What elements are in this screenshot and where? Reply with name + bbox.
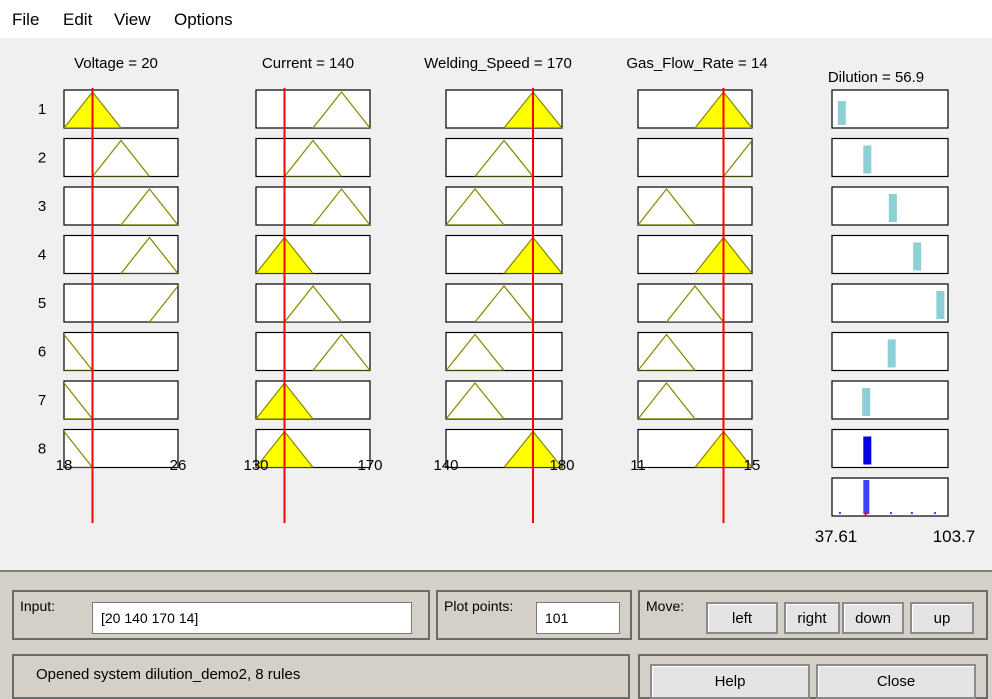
rule-number: 8 [38,441,46,458]
move-up-button[interactable]: up [910,602,974,634]
aggregate-dot [910,512,913,514]
aggregate-dot [890,512,892,514]
range-min-label: 130 [243,457,268,474]
output-bar [863,145,872,174]
mf-box [255,283,371,323]
range-max-label: 180 [549,457,574,474]
mf-box [637,186,753,226]
help-button[interactable]: Help [650,664,810,699]
plot-points-label: Plot points: [444,598,514,614]
output-box [831,89,949,129]
menu-bar: File Edit View Options [0,0,992,38]
mf-box [637,137,753,178]
output-bar [888,194,897,222]
rule-number: 1 [38,101,46,118]
mf-box [445,331,563,372]
mf-box [63,283,179,323]
output-header: Dilution = 56.9 [828,69,924,86]
input-header-1: Voltage = 20 [74,55,158,72]
output-box [831,428,949,469]
mf-box [63,137,179,178]
input-header-2: Current = 140 [262,55,354,72]
move-down-button[interactable]: down [842,602,904,634]
plot-points-field[interactable] [536,602,620,634]
rule-number: 2 [38,150,46,167]
output-bar [863,436,872,465]
aggregate-dot [934,512,937,514]
close-button[interactable]: Close [816,664,976,699]
mf-box [445,380,563,420]
output-bar [887,339,896,368]
input-header-4: Gas_Flow_Rate = 14 [626,55,767,72]
help-close-frame: Help Close [638,654,988,699]
rule-number: 5 [38,295,46,312]
mf-box [637,331,753,372]
menu-options[interactable]: Options [174,10,233,30]
output-box [831,380,949,420]
mf-box [255,331,371,372]
move-right-button[interactable]: right [784,602,840,634]
output-range-min: 37.61 [815,527,858,546]
output-bar [837,101,846,125]
aggregate-box [831,477,949,517]
input-label: Input: [20,598,56,614]
output-bar [936,291,945,319]
menu-view[interactable]: View [114,10,151,30]
mf-box [63,428,179,469]
range-min-label: 11 [630,457,646,474]
range-max-label: 15 [744,457,761,474]
mf-box [63,186,179,226]
mf-box [637,283,753,323]
move-frame: Move: left right down up [638,590,988,640]
aggregate-bar [863,480,870,514]
mf-box [637,380,753,420]
input-vector-field[interactable] [92,602,412,634]
range-min-label: 140 [433,457,458,474]
output-bar [913,242,922,271]
menu-edit[interactable]: Edit [63,10,92,30]
range-max-label: 26 [170,457,187,474]
mf-box [445,137,563,178]
rule-number: 7 [38,392,46,409]
rule-number: 4 [38,247,46,264]
output-range-max: 103.7 [933,527,976,546]
range-min-label: 18 [56,457,73,474]
move-left-button[interactable]: left [706,602,778,634]
mf-box [445,283,563,323]
rule-number: 6 [38,344,46,361]
status-message: Opened system dilution_demo2, 8 rules [36,666,301,683]
output-box [831,137,949,178]
mf-box [445,186,563,226]
input-frame: Input: [12,590,430,640]
output-box [831,234,949,275]
mf-box [63,234,179,275]
mf-box [63,331,179,372]
aggregate-dot [838,512,841,514]
range-max-label: 170 [357,457,382,474]
output-bar [862,388,871,416]
mf-box [63,380,179,420]
mf-box [255,186,371,226]
plot-points-frame: Plot points: [436,590,632,640]
mf-box [255,89,371,129]
menu-file[interactable]: File [12,10,39,30]
rule-viewer-plot: Voltage = 2018 26Current = 140130 170Weldi… [38,55,976,546]
move-label: Move: [646,598,685,614]
rule-number: 3 [38,198,46,215]
output-box [831,283,949,323]
input-header-3: Welding_Speed = 170 [424,55,572,72]
mf-box [255,137,371,178]
